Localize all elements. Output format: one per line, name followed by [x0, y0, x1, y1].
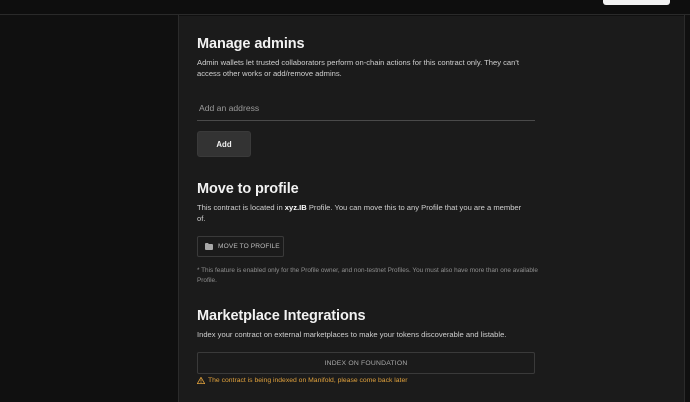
top-action-button[interactable] — [603, 0, 670, 5]
marketplace-section: Marketplace Integrations Index your cont… — [197, 308, 542, 341]
admin-address-input[interactable] — [197, 95, 535, 121]
folder-icon — [205, 243, 213, 250]
move-to-profile-section: Move to profile This contract is located… — [197, 181, 527, 224]
move-to-profile-note: * This feature is enabled only for the P… — [197, 267, 538, 284]
manage-admins-section: Manage admins Admin wallets let trusted … — [197, 36, 537, 79]
index-on-foundation-button[interactable]: INDEX ON FOUNDATION — [197, 352, 535, 374]
indexing-warning: The contract is being indexed on Manifol… — [197, 377, 408, 384]
add-admin-button[interactable]: Add — [197, 131, 251, 157]
move-to-profile-description: This contract is located in xyz.IB Profi… — [197, 203, 527, 224]
warning-triangle-icon — [197, 377, 205, 384]
top-bar — [0, 0, 690, 15]
marketplace-description: Index your contract on external marketpl… — [197, 330, 507, 339]
settings-panel: Manage admins Admin wallets let trusted … — [179, 16, 684, 402]
move-to-profile-title: Move to profile — [197, 181, 299, 197]
desc-text-before: This contract is located in — [197, 203, 285, 212]
manage-admins-description: Admin wallets let trusted collaborators … — [197, 58, 519, 78]
marketplace-title: Marketplace Integrations — [197, 308, 366, 324]
right-divider — [684, 15, 685, 402]
move-to-profile-label: MOVE TO PROFILE — [218, 243, 280, 250]
manage-admins-title: Manage admins — [197, 36, 305, 52]
indexing-warning-text: The contract is being indexed on Manifol… — [208, 377, 408, 384]
move-to-profile-button[interactable]: MOVE TO PROFILE — [197, 236, 284, 257]
profile-name: xyz.IB — [284, 203, 307, 212]
